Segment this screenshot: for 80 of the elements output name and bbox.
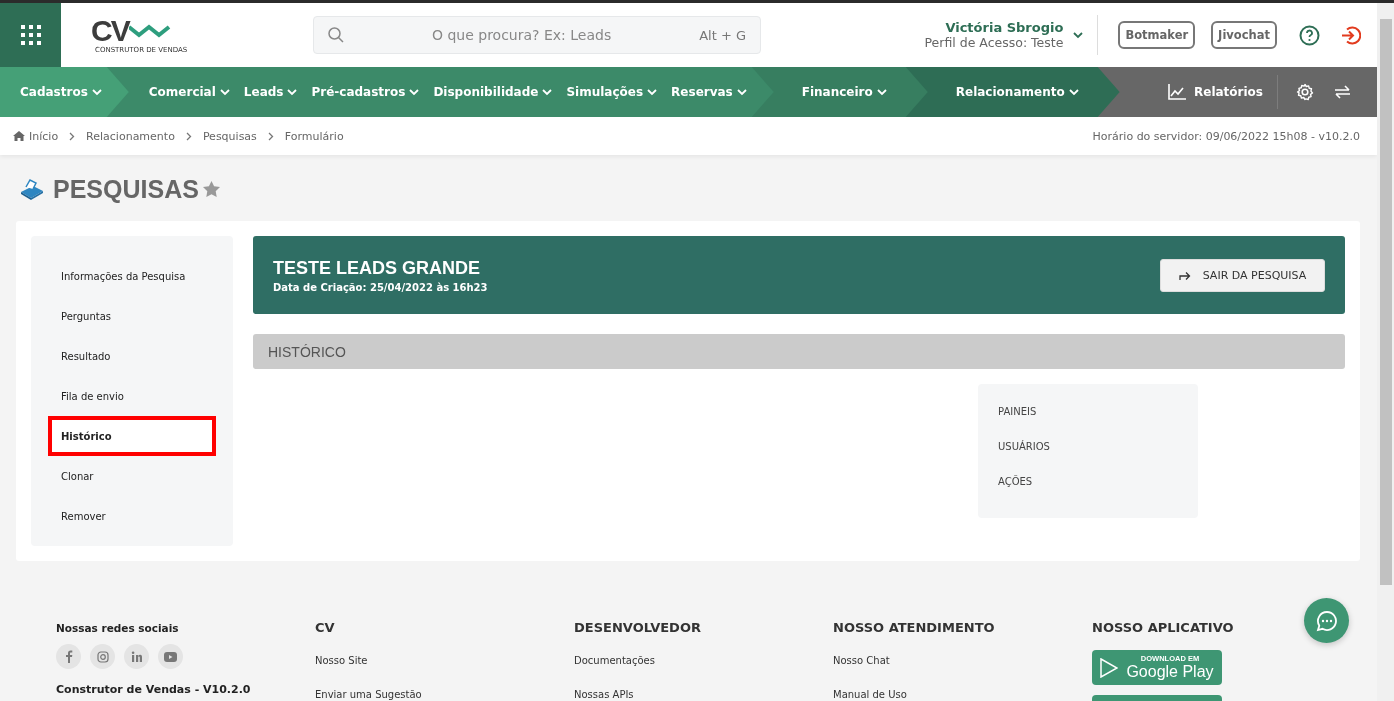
integration-button[interactable]: Botmaker	[1118, 21, 1196, 49]
scrollbar[interactable]	[1377, 3, 1394, 701]
linkedin-icon[interactable]	[124, 644, 149, 669]
footer-link[interactable]: Documentações	[574, 655, 833, 675]
integration-button[interactable]: Jivochat	[1211, 21, 1277, 49]
video-play-icon[interactable]	[158, 644, 183, 669]
chevron-down-icon	[736, 88, 747, 96]
grid-icon	[19, 24, 42, 46]
chevron-down-icon	[409, 88, 420, 96]
menu-item[interactable]: Financeiro	[801, 85, 892, 99]
menu-item[interactable]: Relacionamento	[955, 85, 1084, 99]
side-menu-item[interactable]: Perguntas	[48, 296, 216, 336]
shortcut-hint: Alt + G	[699, 27, 746, 43]
chat-bubble-icon	[1315, 609, 1338, 632]
section-header: HISTÓRICO	[253, 334, 1345, 369]
help-icon[interactable]	[1299, 24, 1320, 46]
server-time: Horário do servidor: 09/06/2022 15h08 - v10.2.0	[1092, 129, 1360, 143]
side-menu-item[interactable]: Clonar	[48, 456, 216, 496]
favorite-star-icon[interactable]	[202, 181, 220, 197]
side-menu-item[interactable]: Fila de envio	[48, 376, 216, 416]
chevron-down-icon	[1068, 88, 1079, 96]
chat-button[interactable]	[1304, 598, 1349, 643]
breadcrumb-link[interactable]: Relacionamento	[86, 129, 175, 143]
footer-link[interactable]: Nossas APIs	[574, 689, 833, 701]
chevron-right-icon	[185, 131, 192, 141]
chevron-down-icon	[91, 88, 102, 96]
footer-heading: NOSSO APLICATIVO	[1092, 620, 1234, 637]
survey-title: TESTE LEADS GRANDE	[273, 257, 482, 279]
chevron-down-icon	[219, 88, 230, 96]
survey-icon	[20, 178, 44, 200]
creation-date: Data de Criação: 25/04/2022 às 16h23	[273, 281, 488, 293]
logout-icon[interactable]	[1340, 24, 1361, 46]
footer-heading: CV	[315, 620, 336, 637]
side-menu-item[interactable]: Informações da Pesquisa	[48, 256, 216, 296]
user-menu[interactable]: Victória Sbrogio Perfil de Acesso: Teste	[918, 15, 1099, 55]
history-menu-item[interactable]: AÇÕES	[978, 464, 1198, 499]
menu-item[interactable]: Leads	[238, 85, 303, 99]
line-chart-icon	[1168, 84, 1186, 100]
footer-link[interactable]: Nosso Site	[315, 655, 574, 675]
menu-item[interactable]: Comercial	[148, 85, 235, 99]
chevron-down-icon	[542, 88, 553, 96]
history-menu-item[interactable]: USUÁRIOS	[978, 429, 1198, 464]
footer-heading: NOSSO ATENDIMENTO	[833, 620, 996, 637]
search-field[interactable]: O que procura? Ex: Leads	[344, 26, 700, 44]
menu-item[interactable]: Simulações	[561, 85, 663, 99]
page-title: PESQUISAS	[53, 174, 199, 204]
menu-item[interactable]: Disponibilidade	[428, 85, 558, 99]
facebook-icon[interactable]	[56, 644, 81, 669]
share-arrow-icon	[1178, 270, 1191, 280]
footer-link[interactable]: Nosso Chat	[833, 655, 1092, 675]
exit-survey-button[interactable]: SAIR DA PESQUISA	[1160, 258, 1325, 292]
instagram-icon[interactable]	[90, 644, 115, 669]
reports-menu-item[interactable]: Relatórios	[1154, 75, 1278, 109]
footer-link[interactable]: Manual de Uso	[833, 689, 1092, 701]
menu-item[interactable]: Pré-cadastros	[306, 85, 425, 99]
chevron-down-icon	[876, 88, 887, 96]
search-icon	[328, 27, 344, 43]
chevron-down-icon	[287, 88, 298, 96]
search-bar[interactable]: O que procura? Ex: Leads Alt + G	[313, 16, 761, 54]
breadcrumb-link[interactable]: Pesquisas	[202, 129, 257, 143]
side-menu-item[interactable]: Resultado	[48, 336, 216, 376]
breadcrumb-link[interactable]: Início	[13, 129, 59, 143]
swap-arrows-icon[interactable]	[1334, 85, 1351, 99]
menu-item[interactable]: Reservas	[666, 85, 752, 99]
history-menu-item[interactable]: PAINEIS	[978, 394, 1198, 429]
home-icon	[13, 131, 25, 141]
settings-icon[interactable]	[1296, 83, 1314, 101]
side-menu-item[interactable]: Remover	[48, 496, 216, 536]
chevron-right-icon	[267, 131, 274, 141]
side-menu-item[interactable]: Histórico	[48, 416, 216, 456]
social-title: Nossas redes sociais	[56, 622, 180, 634]
version-label: Construtor de Vendas - V10.2.0	[56, 683, 252, 696]
footer-link[interactable]: Enviar uma Sugestão	[315, 689, 574, 701]
breadcrumb-link[interactable]: Formulário	[284, 129, 344, 143]
chevron-down-icon	[1073, 31, 1084, 39]
chevron-right-icon	[69, 131, 76, 141]
chevron-down-icon	[647, 88, 658, 96]
footer-heading: DESENVOLVEDOR	[574, 620, 702, 637]
apps-menu-button[interactable]	[0, 3, 61, 67]
menu-item[interactable]: Cadastros	[20, 85, 107, 99]
